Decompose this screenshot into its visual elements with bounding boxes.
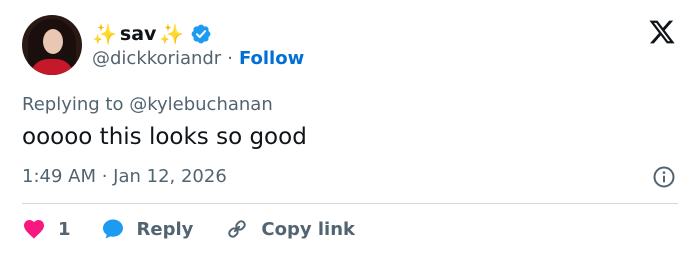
display-name[interactable]: sav	[120, 24, 157, 44]
avatar[interactable]	[22, 15, 82, 75]
like-count: 1	[58, 218, 71, 240]
avatar-face	[43, 29, 63, 54]
action-bar: 1 Reply Copy link	[22, 214, 355, 244]
copy-link-button[interactable]: Copy link	[225, 217, 355, 241]
x-logo-icon[interactable]	[648, 18, 676, 46]
sparkle-left: ✨	[92, 22, 117, 46]
speech-bubble-icon	[102, 219, 123, 239]
heart-icon	[24, 220, 44, 239]
verified-badge-icon	[191, 24, 211, 44]
divider	[22, 203, 678, 204]
tweet-text: ooooo this looks so good	[22, 124, 307, 150]
handle-row: @dickkoriandr · Follow	[92, 48, 304, 69]
reply-context[interactable]: Replying to @kylebuchanan	[22, 94, 273, 115]
handle-separator: ·	[227, 48, 233, 69]
sparkle-right: ✨	[159, 22, 185, 46]
tweet-timestamp[interactable]: 1:49 AM · Jan 12, 2026	[22, 166, 227, 187]
like-button[interactable]: 1	[22, 217, 71, 241]
info-icon[interactable]	[652, 165, 676, 189]
follow-button[interactable]: Follow	[239, 48, 304, 69]
author-handle[interactable]: @dickkoriandr	[92, 48, 221, 69]
copy-link-label: Copy link	[261, 218, 355, 240]
reply-button[interactable]: Reply	[101, 217, 194, 241]
reply-label: Reply	[136, 218, 194, 240]
link-icon	[228, 220, 247, 238]
author-name-row[interactable]: ✨ sav ✨	[92, 20, 212, 48]
